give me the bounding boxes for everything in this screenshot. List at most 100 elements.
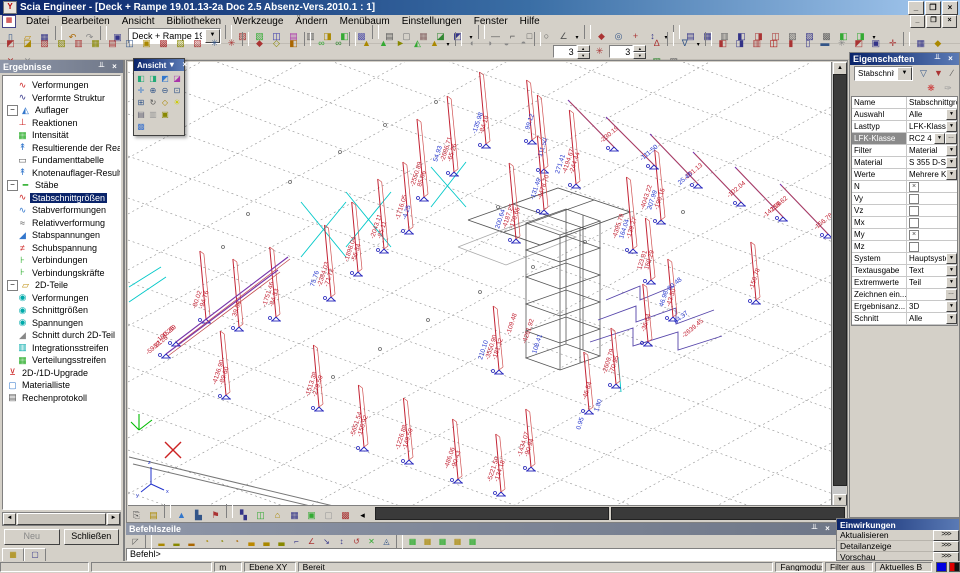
cmd-column-icon[interactable]: ▂ (184, 535, 199, 549)
cmd-load-1-icon[interactable]: ▦ (405, 535, 420, 549)
view-front-icon[interactable]: ◧ (135, 73, 147, 85)
light-icon[interactable]: ☀ (171, 97, 183, 109)
cmd-frame-icon[interactable]: ⌐ (289, 535, 304, 549)
scale-apply-1-icon[interactable]: ✳ (592, 44, 608, 60)
property-value[interactable] (907, 241, 957, 252)
res-2-icon[interactable]: ◨ (731, 36, 748, 52)
pin-icon[interactable]: ╨ (932, 54, 943, 64)
tree-item-stabspannungen[interactable]: ◢Stabspannungen (3, 229, 120, 242)
close-button[interactable]: × (942, 1, 958, 15)
scale-up-icon[interactable]: ∆ (648, 36, 665, 52)
rotate-view-icon[interactable]: ↻ (147, 97, 159, 109)
res-3-icon[interactable]: ▥ (748, 36, 765, 52)
tree-item-rechenprotokoll[interactable]: ▤Rechenprotokoll (3, 392, 120, 405)
cmd-rotate-icon[interactable]: ↺ (349, 535, 364, 549)
pencil-icon[interactable]: ∕ (947, 67, 957, 80)
axis-icon[interactable]: ✛ (135, 85, 147, 97)
chevron-down-icon[interactable]: ▾ (443, 38, 453, 54)
tree-item-auflager[interactable]: −◭Auflager (3, 104, 120, 117)
vp-play-icon[interactable]: ◂ (354, 508, 371, 524)
checkbox-unchecked-icon[interactable] (909, 194, 919, 204)
vp-doc-icon[interactable]: ▣ (303, 508, 320, 524)
sel-all-icon[interactable]: ▧ (53, 36, 70, 52)
view-top-icon[interactable]: ◩ (159, 73, 171, 85)
chevron-down-icon[interactable]: ▾ (166, 60, 177, 70)
tree-item-materialliste[interactable]: ▢Materialliste (3, 379, 120, 392)
tree-item-verformungen[interactable]: ◉Verformungen (3, 292, 120, 305)
zoom-in-icon[interactable]: ⊕ (147, 85, 159, 97)
ellipsis-button[interactable]: … (945, 133, 957, 144)
vp-grid-icon[interactable]: ▩ (337, 508, 354, 524)
sel-slab-icon[interactable]: ▨ (36, 36, 53, 52)
tree-item-verteilungsstreifen[interactable]: ▦Verteilungsstreifen (3, 354, 120, 367)
property-value[interactable]: … (907, 289, 957, 300)
tree-item-verformte-struktur[interactable]: ∿Verformte Struktur (3, 92, 120, 105)
redraw-icon[interactable]: ◆ (929, 36, 946, 52)
res-9-icon[interactable]: ◩ (850, 36, 867, 52)
chevron-down-icon[interactable]: ▼ (934, 133, 945, 144)
filter-edit-icon[interactable]: ▼ (932, 67, 945, 80)
clip-box-icon[interactable]: ◇ (159, 97, 171, 109)
cmd-wall-icon[interactable]: ◔ (214, 535, 229, 549)
cmd-opening-icon[interactable]: ◔ (229, 535, 244, 549)
res-8-icon[interactable]: ✳ (833, 36, 850, 52)
property-value[interactable] (907, 217, 957, 228)
vp-copy-icon[interactable]: ⎘ (128, 508, 145, 524)
tab-tree-icon[interactable]: ▦ (2, 548, 24, 562)
close-panel-icon[interactable]: × (945, 54, 956, 64)
chevron-down-icon[interactable]: ▼ (946, 277, 957, 288)
res-11-icon[interactable]: ✛ (884, 36, 901, 52)
mdi-minimize-button[interactable]: _ (910, 15, 925, 28)
property-value[interactable]: × (907, 181, 957, 192)
angle-icon[interactable]: ∠ (555, 29, 572, 45)
checkbox-checked-icon[interactable]: × (909, 182, 919, 192)
calc-4-icon[interactable]: ◓ (515, 36, 532, 52)
mesh-1-icon[interactable]: ▲ (358, 36, 375, 52)
tab-window-icon[interactable]: ▢ (24, 548, 46, 562)
scale-spinner-1[interactable]: 3▲▼ (553, 45, 590, 58)
res-7-icon[interactable]: ▬ (816, 36, 833, 52)
paint-icon[interactable]: ◆ (593, 29, 610, 45)
cmd-snap-icon[interactable]: ✕ (364, 535, 379, 549)
filter-8-icon[interactable]: ▧ (189, 36, 206, 52)
aktualisieren-button[interactable]: >>> (933, 530, 959, 541)
checkbox-unchecked-icon[interactable] (909, 218, 919, 228)
cmd-angle-icon[interactable]: ∠ (304, 535, 319, 549)
tree-item-spannungen[interactable]: ◉Spannungen (3, 317, 120, 330)
close-panel-icon[interactable]: × (109, 62, 120, 72)
property-value[interactable]: Alle▼ (907, 313, 957, 324)
copy-view-icon[interactable]: ▥ (147, 109, 159, 121)
zoom-window-icon[interactable]: ⊡ (171, 85, 183, 97)
cmd-beam-icon[interactable]: ▂ (169, 535, 184, 549)
mesh-5-icon[interactable]: ▲ (426, 36, 443, 52)
filter-7-icon[interactable]: ▨ (172, 36, 189, 52)
chevron-down-icon[interactable]: ▼ (946, 121, 957, 132)
scale-spinner-2[interactable]: 3▲▼ (609, 45, 646, 58)
res-10-icon[interactable]: ▣ (867, 36, 884, 52)
vp-print-icon[interactable]: ▤ (145, 508, 162, 524)
close-panel-icon[interactable]: × (822, 524, 833, 534)
res-5-icon[interactable]: ▮ (782, 36, 799, 52)
calc-1-icon[interactable]: ◐ (464, 36, 481, 52)
ansicht-header[interactable]: Ansicht ▾× (134, 59, 184, 71)
tree-item-schnitt-durch-2d-teil[interactable]: ◢Schnitt durch 2D-Teil (3, 329, 120, 342)
calc-3-icon[interactable]: ◒ (498, 36, 515, 52)
collapse-icon[interactable]: − (7, 180, 18, 191)
chevron-down-icon[interactable]: ▼ (946, 157, 957, 168)
tree-item-2d-1d-upgrade[interactable]: ⊻2D-/1D-Upgrade (3, 367, 120, 380)
property-value[interactable]: Alle▼ (907, 109, 957, 120)
viewport-horizontal-scrollbar[interactable] (375, 507, 847, 520)
cmd-load-5-icon[interactable]: ▦ (465, 535, 480, 549)
mesh-2-icon[interactable]: ▲ (375, 36, 392, 52)
star-icon[interactable]: ✳ (223, 36, 240, 52)
mdi-restore-button[interactable]: ❐ (926, 15, 941, 28)
zoom-region-icon[interactable]: ◎ (610, 29, 627, 45)
ergebnisse-header[interactable]: Ergebnisse ╨× (0, 60, 123, 73)
filter-funnel-icon[interactable]: ▽ (917, 67, 930, 80)
filter-1-icon[interactable]: ▥ (70, 36, 87, 52)
tree-item-verbindungskräfte[interactable]: ⊦Verbindungskräfte (3, 267, 120, 280)
tree-item-integrationsstreifen[interactable]: ▥Integrationsstreifen (3, 342, 120, 355)
selection-icon[interactable]: ▣ (159, 109, 171, 121)
chevron-down-icon[interactable]: ▼ (946, 145, 957, 156)
ellipsis-button[interactable]: … (945, 289, 957, 300)
